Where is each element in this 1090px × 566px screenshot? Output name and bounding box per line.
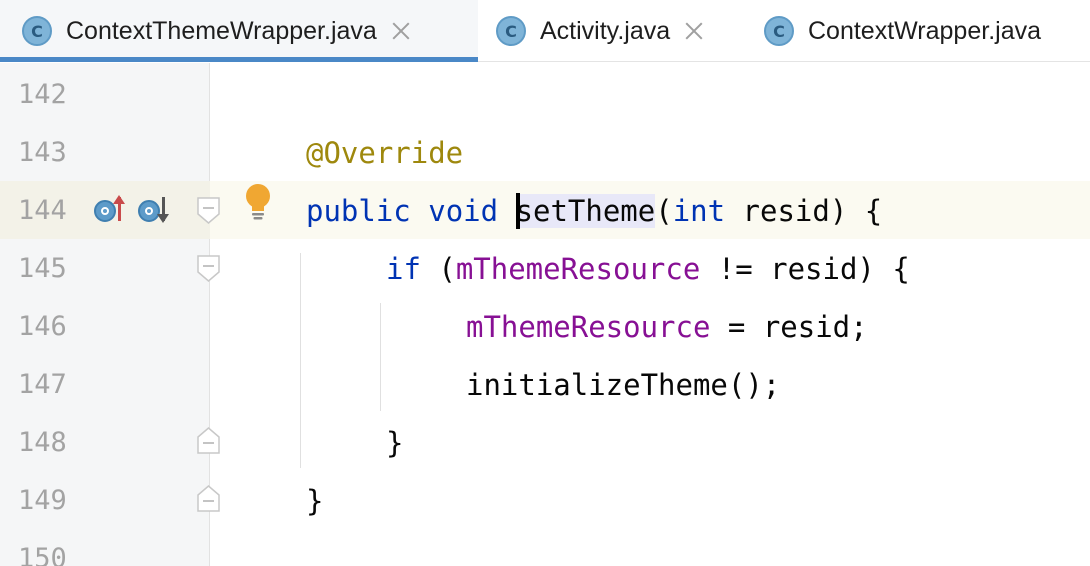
tab-label: Activity.java — [540, 16, 671, 45]
code-text: ( — [420, 252, 456, 286]
fold-marker-icon[interactable] — [197, 197, 220, 224]
keyword-token: void — [428, 194, 499, 228]
keyword-token: if — [386, 252, 421, 286]
line-number: 148 — [18, 427, 67, 458]
code-line-146[interactable]: mThemeResource = resid; — [466, 298, 868, 356]
keyword-token: public — [306, 194, 411, 228]
field-token: mThemeResource — [466, 310, 711, 344]
line-number: 150 — [18, 543, 67, 566]
annotation-token: @Override — [306, 136, 464, 170]
tab-contextthemewrapper[interactable]: C ContextThemeWrapper.java — [0, 0, 478, 62]
code-line-144[interactable]: public void setTheme(int resid) { — [306, 182, 882, 240]
keyword-token: int — [672, 194, 726, 228]
fold-marker-icon[interactable] — [197, 255, 220, 282]
field-token: mThemeResource — [455, 252, 701, 286]
indent-guide — [380, 303, 381, 411]
line-number: 149 — [18, 485, 67, 516]
tab-activity[interactable]: C Activity.java — [478, 0, 748, 62]
line-number: 147 — [18, 369, 67, 400]
line-number: 144 — [18, 195, 67, 226]
arrow-down-icon — [157, 197, 169, 223]
class-c-icon: C — [764, 16, 794, 46]
method-name-token: setTheme — [515, 194, 656, 228]
code-line-148[interactable]: } — [386, 414, 403, 472]
class-c-icon: C — [496, 16, 526, 46]
line-number: 146 — [18, 311, 67, 342]
code-editor[interactable]: 142 143 144 145 146 147 148 149 150 @Ove… — [0, 63, 1090, 566]
code-text: resid) { — [725, 194, 883, 228]
code-text: = resid; — [710, 310, 868, 344]
code-line-147[interactable]: initializeTheme(); — [466, 356, 780, 414]
code-line-143[interactable]: @Override — [306, 124, 463, 182]
arrow-up-icon — [113, 195, 125, 221]
indent-guide — [300, 253, 301, 468]
fold-marker-icon[interactable] — [197, 485, 220, 512]
fold-marker-icon[interactable] — [197, 427, 220, 454]
code-line-149[interactable]: } — [306, 472, 323, 530]
lightbulb-icon[interactable] — [244, 183, 272, 223]
code-text: != resid) { — [700, 252, 910, 286]
editor-tab-bar: C ContextThemeWrapper.java C Activity.ja… — [0, 0, 1090, 62]
code-text: initializeTheme(); — [466, 368, 781, 402]
code-line-145[interactable]: if (mThemeResource != resid) { — [386, 240, 910, 298]
code-text: } — [386, 426, 404, 460]
close-icon[interactable] — [391, 21, 411, 41]
text-caret — [515, 193, 520, 229]
line-number: 145 — [18, 253, 67, 284]
code-text: } — [306, 484, 324, 518]
line-number: 143 — [18, 137, 67, 168]
close-icon[interactable] — [684, 21, 704, 41]
tab-label: ContextWrapper.java — [808, 16, 1041, 45]
line-number: 142 — [18, 79, 67, 110]
tab-label: ContextThemeWrapper.java — [66, 16, 377, 45]
tab-contextwrapper[interactable]: C ContextWrapper.java — [748, 0, 1090, 62]
class-c-icon: C — [22, 16, 52, 46]
punctuation-token: ( — [655, 194, 673, 228]
